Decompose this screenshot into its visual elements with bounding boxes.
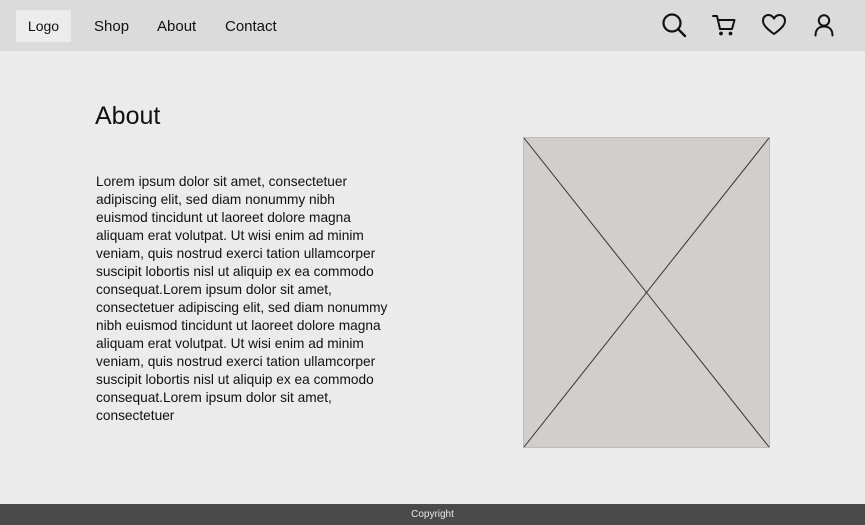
- about-body-text: Lorem ipsum dolor sit amet, consectetuer…: [96, 174, 388, 423]
- page: Logo Shop About Contact About Lorem ipsu…: [0, 0, 865, 525]
- nav-link-shop[interactable]: Shop: [94, 18, 129, 36]
- main-content: About Lorem ipsum dolor sit amet, consec…: [0, 51, 865, 504]
- page-title: About: [95, 102, 161, 130]
- user-icon[interactable]: [811, 12, 837, 38]
- footer: Copyright: [0, 504, 865, 525]
- logo[interactable]: Logo: [16, 10, 71, 42]
- search-icon[interactable]: [661, 12, 687, 38]
- heart-icon[interactable]: [761, 12, 787, 38]
- image-placeholder: [523, 137, 770, 448]
- nav-link-about[interactable]: About: [157, 18, 196, 36]
- copyright-text: Copyright: [411, 508, 454, 520]
- nav-link-contact[interactable]: Contact: [225, 18, 277, 36]
- cart-icon[interactable]: [711, 12, 737, 38]
- navbar: Logo Shop About Contact: [0, 0, 865, 51]
